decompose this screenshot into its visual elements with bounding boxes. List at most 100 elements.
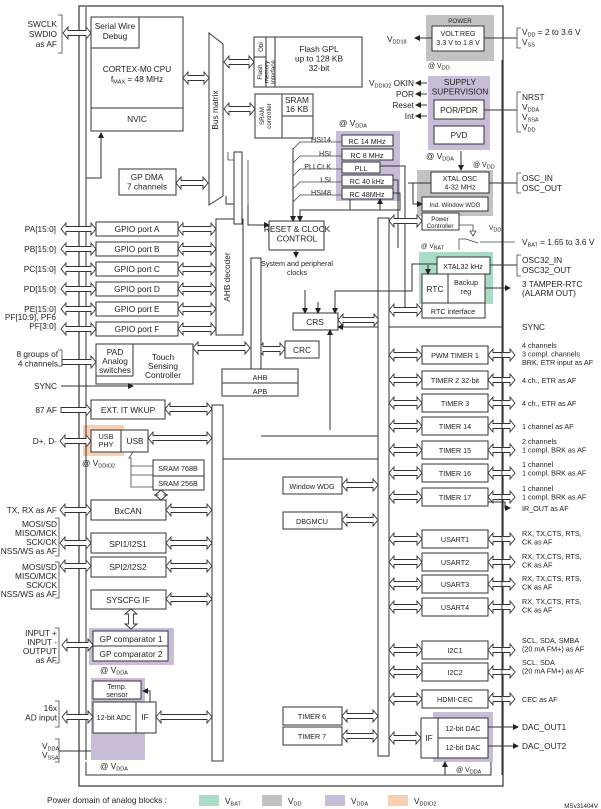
gpio-bus-arrow (177, 321, 217, 337)
legend-label-vdda: VDDA (351, 796, 368, 808)
vss-label: VSS (522, 37, 535, 49)
gpio-bus-arrow (177, 261, 217, 277)
tim17-bus-arrow (388, 489, 423, 505)
gpdma-label-line: 7 channels (127, 182, 167, 192)
tim3-label: TIMER 3 (441, 399, 469, 408)
usart3-pin-label-line: CK as AF (522, 583, 553, 592)
power-title: POWER (448, 18, 472, 25)
i2c1-bus-arrow (388, 642, 423, 658)
irout-label: IR_OUT as AF (522, 504, 569, 513)
tim7-label: TIMER 7 (298, 732, 326, 741)
gpdma-label-line: GP DMA (131, 172, 164, 182)
tim15-bus-arrow (388, 442, 423, 458)
tim1-label: PWM TIMER 1 (431, 351, 479, 360)
usb-sram-link (128, 451, 153, 488)
usart1-label: USART1 (441, 535, 469, 544)
dac-vdda-label: @ VDDA (456, 767, 482, 776)
swd-arrow (62, 25, 92, 41)
flash-label-line: Flash GPL (299, 44, 339, 54)
crc-arrow (257, 341, 286, 357)
vdd-range-label: VDD = 2 to 3.6 V (522, 27, 581, 39)
swd-pin-bracket (58, 14, 63, 54)
rc-label: RC 8 MHz (350, 151, 384, 160)
spi2-label: SPI2/I2S2 (109, 562, 147, 572)
flash-if-label: interface (270, 60, 277, 84)
dac1-out-label: DAC_OUT1 (522, 722, 567, 732)
figure-id: MSv31404V (564, 803, 599, 809)
usb-pin-label: D+, D- (33, 436, 57, 446)
usart1-bus-arrow (388, 531, 423, 547)
comp1-label: GP comparator 1 (99, 634, 162, 644)
dbgmcu-arrow (341, 512, 379, 528)
flash-bus-arrow (223, 54, 255, 70)
i2c1-label: I2C1 (447, 646, 462, 655)
clock-signal-label: HSI (319, 149, 331, 158)
rtc-if-label: RTC interface (431, 307, 475, 316)
bus-rcc (247, 205, 270, 228)
tim14-label: TIMER 14 (439, 422, 471, 431)
tim17-pin-label-line: 1 compl, BRK as AF (522, 493, 587, 502)
spi2-pin-arrow (59, 558, 92, 574)
voltreg-label-line: VOLT.REG (440, 29, 475, 38)
swd-block-label-line: Debug (103, 31, 128, 41)
i2c2-pin-label-line: (20 mA FM+) as AF (522, 667, 585, 676)
crc-label: CRC (293, 345, 311, 355)
pin-bracket (516, 27, 521, 49)
xtal-vdd-label: @ VDD (473, 162, 495, 171)
tim14-bus-arrow (388, 418, 423, 434)
cec-pin-label: CEC as AF (522, 695, 558, 704)
sram-ctrl-label: controller (266, 103, 273, 128)
tim6-arrow (341, 708, 379, 724)
xtal-label-line: 4-32 MHz (444, 183, 476, 192)
gpio-label: GPIO port D (114, 284, 160, 294)
tim7-arrow (341, 728, 379, 744)
spi2-bus-arrow (165, 558, 213, 574)
sysclk-label-line: clocks (287, 268, 307, 277)
adc-pin-label-line: 16x (44, 703, 58, 713)
pin-bracket (516, 172, 521, 194)
legend-title: Power domain of analog blocks : (47, 795, 167, 805)
rtc-label: RTC (427, 284, 444, 294)
int-signal-label: Int (405, 111, 415, 121)
osc32-in-label: OSC32_IN (522, 255, 562, 265)
gpio-bus-arrow (177, 221, 217, 237)
nvic-label: NVIC (127, 114, 147, 124)
usart4-bus-arrow (388, 599, 423, 615)
tim17-label: TIMER 17 (439, 493, 471, 502)
tim6-label: TIMER 6 (298, 712, 326, 721)
tim2-pin-label: 4 ch., ETR as AF (522, 376, 577, 385)
gpio-label: GPIO port A (115, 224, 160, 234)
usb-label: USB (126, 436, 144, 446)
legend-swatch-vdda (325, 795, 345, 806)
cec-bus-arrow (388, 691, 423, 707)
pwrctrl-label-line: Controller (427, 223, 454, 230)
legend-swatch-vbat (199, 795, 219, 806)
gpio-label: GPIO port E (114, 304, 160, 314)
flash-label-line: 32-bit (309, 63, 330, 73)
usart2-pin-label-line: CK as AF (522, 561, 553, 570)
tim1-pin-label-line: BRK, ETR input as AF (522, 358, 594, 367)
gpio-label: GPIO port F (115, 324, 160, 334)
usart4-label: USART4 (441, 603, 469, 612)
rcc-label-line: CONTROL (277, 234, 318, 244)
legend-label-vddio2: VDDIO2 (414, 796, 436, 808)
syscfg-comp-arrow (123, 608, 139, 630)
spi1-pin-arrow (59, 535, 92, 551)
osc32-out-label: OSC32_OUT (522, 265, 571, 275)
spi2-pin-label-line: NSS/WS as AF (1, 589, 57, 599)
swd-block-label-line: Serial Wire (95, 21, 136, 31)
gpio-pin-label: PB[15:0] (24, 244, 56, 254)
iwdg-label: Ind. Window WDG (430, 202, 481, 209)
flash-label-line: up to 128 KB (295, 54, 343, 64)
legend-swatch-vddio2 (388, 795, 408, 806)
can-pin-arrow (59, 502, 92, 518)
supply-vdda-label: @ VDDA (426, 151, 454, 163)
vdd-diode (459, 224, 477, 237)
dac2-label: 12-bit DAC (445, 743, 480, 752)
clock-signal-label: HSI14 (311, 135, 331, 144)
adc-bus-arrow (155, 709, 213, 725)
exti-bus-arrow (164, 401, 213, 417)
rc-label: RC 48MHz (349, 190, 385, 199)
power-vdd-label: @ VDD (428, 63, 450, 72)
ahb-bus-vertical (250, 257, 262, 370)
